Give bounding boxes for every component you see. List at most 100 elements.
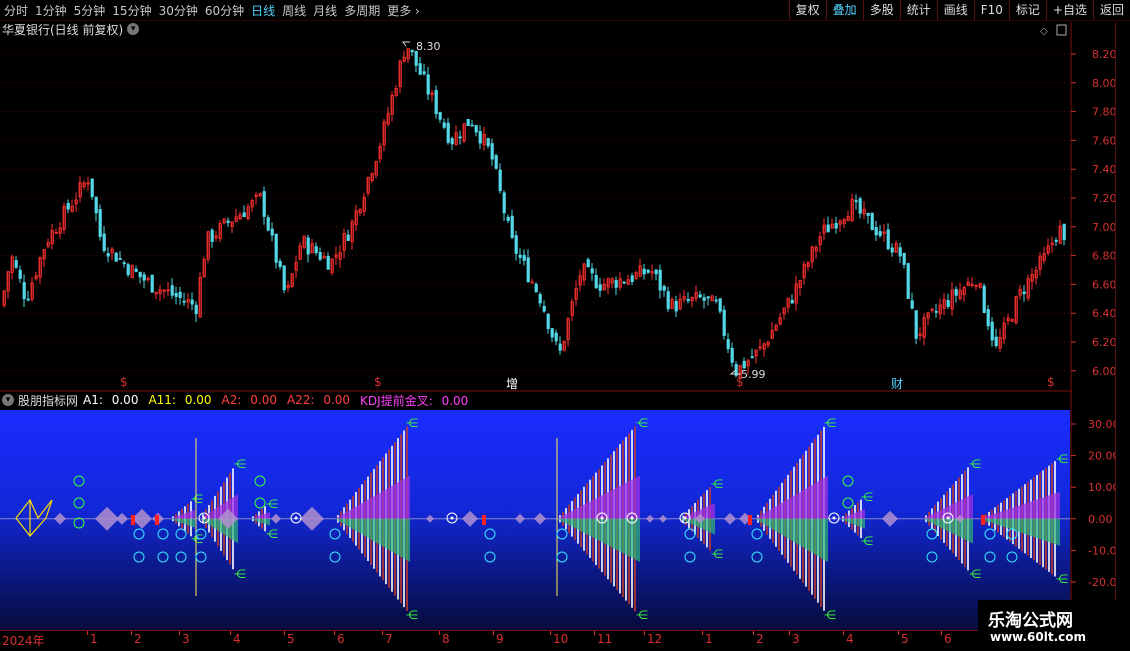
price-tick-label: 7.40 (1092, 163, 1117, 176)
month-tick (230, 631, 231, 635)
candle-body (594, 275, 598, 289)
price-tick-label: 7.20 (1092, 192, 1117, 205)
month-label: 10 (553, 632, 569, 646)
candle-body (630, 275, 634, 282)
month-label: 4 (846, 632, 854, 646)
candle-body (414, 50, 418, 66)
month-label: 7 (385, 632, 393, 646)
candle-body (674, 300, 678, 312)
candle-body (826, 224, 830, 233)
arrow-glyph: ⋲ (861, 534, 873, 548)
candle-body (714, 299, 718, 302)
red-signal (131, 515, 135, 525)
candle-body (654, 269, 658, 275)
candle-body (698, 294, 702, 298)
candle-body (542, 305, 546, 312)
candle-body (1022, 291, 1026, 295)
candle-body (490, 143, 494, 160)
candle-body (934, 310, 938, 313)
candle-body (742, 360, 746, 369)
candle-body (1054, 240, 1058, 242)
month-tick (941, 631, 942, 635)
price-tick-label: 8.20 (1092, 48, 1117, 61)
candle-body (314, 246, 318, 254)
month-label: 2 (756, 632, 764, 646)
month-label: 12 (647, 632, 663, 646)
candle-body (666, 291, 670, 310)
month-tick (594, 631, 595, 635)
candle-body (98, 209, 102, 237)
candle-body (586, 259, 590, 268)
month-tick (843, 631, 844, 635)
indicator-field-a11: A11: 0.00 (148, 393, 216, 407)
candle-body (194, 304, 198, 315)
candle-body (426, 74, 430, 95)
event-marker-dividend[interactable]: $ (1047, 375, 1055, 389)
candle-body (242, 212, 246, 218)
candle-body (750, 356, 754, 359)
candle-body (118, 258, 122, 260)
candle-body (114, 252, 118, 262)
candle-body (274, 233, 278, 263)
chevron-down-icon[interactable]: ▾ (2, 394, 14, 406)
candle-body (954, 289, 958, 296)
candle-body (122, 262, 126, 265)
candle-body (622, 281, 626, 284)
candle-body (446, 122, 450, 143)
candle-body (658, 269, 662, 291)
candle-body (614, 280, 618, 288)
candle-body (142, 274, 146, 281)
candle-body (834, 223, 838, 229)
candle-body (270, 228, 274, 236)
candle-body (514, 235, 518, 254)
price-tick-label: 6.00 (1092, 365, 1117, 378)
candle-body (994, 336, 998, 347)
field-value: 0.00 (441, 393, 469, 408)
month-tick (898, 631, 899, 635)
candle-body (22, 282, 26, 300)
candle-body (990, 321, 994, 341)
arrow-glyph: ⋲ (969, 567, 981, 581)
event-marker-increase[interactable]: 增 (506, 375, 518, 392)
event-marker-dividend[interactable]: $ (120, 375, 128, 389)
month-label: 11 (597, 632, 613, 646)
arrow-glyph: ⋲ (1056, 572, 1068, 586)
candle-body (438, 112, 442, 120)
event-marker-finance[interactable]: 财 (891, 375, 903, 392)
candle-body (150, 274, 154, 293)
candle-body (26, 298, 30, 301)
candle-body (442, 122, 446, 128)
event-marker-dividend[interactable]: $ (374, 375, 382, 389)
candle-body (470, 124, 474, 127)
arrow-glyph: ⋲ (406, 416, 418, 430)
candle-body (906, 263, 910, 299)
diamond-icon: ◇ (1040, 26, 1048, 37)
candle-body (450, 138, 454, 145)
month-tick (439, 631, 440, 635)
arrow-glyph: ⋲ (1056, 452, 1068, 466)
candle-body (914, 310, 918, 339)
candle-body (410, 49, 414, 53)
month-label: 9 (496, 632, 504, 646)
low-price-label: 5.99 (741, 368, 766, 381)
arrow-glyph: ⋲ (824, 416, 836, 430)
field-label: A1: (83, 393, 103, 407)
month-tick (284, 631, 285, 635)
candle-body (518, 254, 522, 258)
month-tick (87, 631, 88, 635)
candle-body (318, 252, 322, 260)
candle-body (874, 226, 878, 236)
candle-body (534, 283, 538, 293)
month-tick (131, 631, 132, 635)
side-panel-strip[interactable] (1115, 22, 1130, 630)
event-marker-dividend[interactable]: $ (736, 375, 744, 389)
candle-body (106, 253, 110, 257)
candle-body (422, 71, 426, 75)
candle-body (90, 178, 94, 198)
month-tick (753, 631, 754, 635)
candle-body (890, 247, 894, 253)
field-label: A11: (148, 393, 176, 407)
white-dot (683, 516, 687, 520)
white-dot (946, 516, 950, 520)
panel-toggle-icon (1056, 24, 1067, 36)
